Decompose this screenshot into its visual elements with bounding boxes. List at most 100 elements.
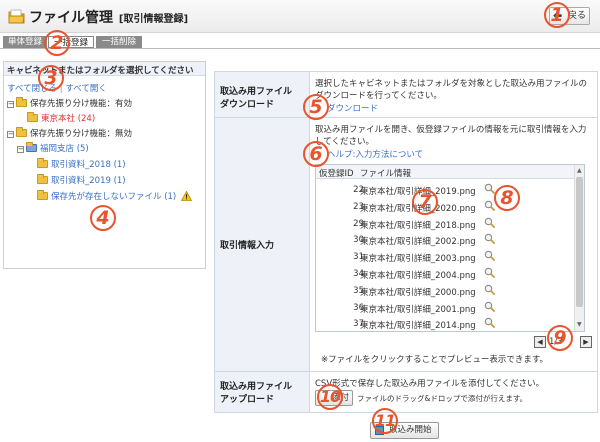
file-list-scrollbar[interactable]: ▲ ▼ [574, 165, 584, 331]
download-label-line2: ダウンロード [220, 100, 275, 110]
preview-magnifier-icon[interactable] [484, 284, 495, 295]
file-row[interactable]: 31 東京本社/取引詳細_2003.png [316, 248, 566, 266]
scroll-up-arrow-icon[interactable]: ▲ [577, 167, 582, 174]
callout-badge-5: 5 [303, 94, 329, 120]
cabinet-icon [26, 142, 37, 152]
callout-badge-7: 7 [412, 189, 438, 215]
col-header-id: 仮登録ID [319, 169, 354, 179]
folder-icon [37, 158, 48, 168]
download-label-line1: 取込み用ファイル [220, 87, 293, 97]
download-label: 取込み用ファイル ダウンロード [215, 72, 310, 117]
file-row[interactable]: 22 東京本社/取引詳細_2019.png [316, 181, 566, 199]
tree-item-2018[interactable]: 取引資料_2018 (1) [37, 158, 126, 170]
file-name[interactable]: 東京本社/取引詳細_2002.png [360, 235, 476, 247]
upload-label-line1: 取込み用ファイル [220, 382, 293, 392]
file-name[interactable]: 東京本社/取引詳細_2001.png [360, 303, 476, 315]
folder-icon [27, 112, 38, 122]
file-name[interactable]: 東京本社/取引詳細_2003.png [360, 252, 476, 264]
tab-single-register[interactable]: 単体登録 [3, 36, 47, 48]
folder-icon [16, 97, 27, 107]
tab-underline [0, 48, 600, 49]
row-divider [215, 117, 597, 118]
collapse-icon[interactable]: − [7, 131, 14, 138]
file-name[interactable]: 東京本社/取引詳細_2014.png [360, 319, 476, 331]
tab-single-register-label: 単体登録 [7, 37, 42, 47]
preview-magnifier-icon[interactable] [484, 217, 495, 228]
tree-item-2019[interactable]: 取引資料_2019 (1) [37, 174, 126, 186]
col-header-info: ファイル情報 [360, 169, 412, 179]
folder-tree-panel: キャビネットまたはフォルダを選択してください すべて閉じる | すべて開く − 保… [3, 61, 206, 269]
upload-label: 取込み用ファイル アップロード [215, 372, 310, 412]
file-list-rows: 22 東京本社/取引詳細_2019.png 23 東京本社/取引詳細_2020.png… [316, 181, 574, 331]
scroll-down-arrow-icon[interactable]: ▼ [577, 321, 582, 328]
callout-badge-8: 8 [494, 185, 520, 211]
callout-badge-11: 11 [372, 408, 398, 434]
preview-magnifier-icon[interactable] [484, 233, 495, 245]
drop-hint: ファイルのドラッグ&ドロップで添付が行えます。 [357, 394, 528, 403]
entry-desc-line1: 取込み用ファイルを開き、仮登録ファイルの情報を元に取引情報を入力 [315, 125, 587, 135]
file-row[interactable]: 34 東京本社/取引詳細_2004.png [316, 265, 566, 283]
collapse-icon[interactable]: − [7, 101, 14, 108]
callout-badge-6: 6 [303, 141, 329, 167]
tree-item-label: 取引資料_2019 (1) [51, 176, 126, 186]
tree-item-label: 保存先振り分け機能：無効 [30, 129, 133, 139]
tree-item-fukuoka[interactable]: − 福岡支店 (5) [17, 142, 89, 154]
callout-badge-10: 10 [317, 384, 343, 410]
file-row[interactable]: 29 東京本社/取引詳細_2018.png [316, 215, 566, 233]
file-name[interactable]: 東京本社/取引詳細_2000.png [360, 286, 476, 298]
file-name[interactable]: 東京本社/取引詳細_2018.png [360, 219, 476, 231]
preview-magnifier-icon[interactable] [484, 301, 495, 312]
file-row[interactable]: 35 東京本社/取引詳細_2000.png [316, 282, 566, 300]
preview-magnifier-icon[interactable] [484, 200, 495, 211]
entry-label: 取引情報入力 [215, 118, 310, 371]
preview-magnifier-icon[interactable] [484, 183, 495, 194]
back-button-label: 戻る [568, 11, 587, 21]
file-row[interactable]: 36 東京本社/取引詳細_2001.png [316, 299, 566, 317]
callout-badge-9: 9 [547, 325, 573, 351]
tab-bulk-delete[interactable]: 一括削除 [96, 36, 142, 48]
callout-badge-2: 2 [44, 30, 70, 56]
row-divider [215, 371, 597, 372]
callout-badge-3: 3 [38, 65, 64, 91]
tree-item-label: 東京本社 (24) [41, 114, 96, 124]
preview-note: ※ファイルをクリックすることでプレビュー表示できます。 [321, 355, 549, 365]
page-title-main: ファイル管理 [29, 10, 113, 26]
tree-heading: キャビネットまたはフォルダを選択してください [4, 62, 205, 76]
file-row[interactable]: 37 東京本社/取引詳細_2014.png [316, 315, 566, 331]
tree-item-routing-disabled[interactable]: − 保存先振り分け機能：無効 [7, 127, 132, 139]
file-name[interactable]: 東京本社/取引詳細_2004.png [360, 269, 476, 281]
help-input-method-link[interactable]: ヘルプ:入力方法について [327, 148, 423, 160]
pager-next-button[interactable]: ▶ [580, 336, 592, 348]
tree-item-label: 福岡支店 (5) [40, 144, 89, 154]
page-title: ファイル管理 [取引情報登録] [29, 7, 188, 27]
download-desc-line1: 選択したキャビネットまたはフォルダを対象とした取込み用ファイルの [315, 79, 588, 89]
file-manager-icon [8, 8, 25, 24]
tree-item-routing-enabled[interactable]: − 保存先振り分け機能：有効 [7, 97, 132, 109]
upload-label-line2: アップロード [220, 395, 275, 405]
tree-item-label: 取引資料_2018 (1) [51, 160, 126, 170]
folder-icon [37, 190, 48, 200]
folder-icon [37, 174, 48, 184]
folder-icon [16, 127, 27, 137]
upload-desc: CSV形式で保存した取込み用ファイルを添付してください。 [315, 379, 545, 389]
file-list-header: 仮登録ID ファイル情報 [316, 165, 574, 179]
entry-label-text: 取引情報入力 [220, 241, 275, 251]
collapse-icon[interactable]: − [17, 146, 24, 153]
page-title-sub: [取引情報登録] [118, 14, 189, 25]
download-link[interactable]: ダウンロード [327, 102, 378, 114]
preview-magnifier-icon[interactable] [484, 267, 495, 278]
file-row[interactable]: 23 東京本社/取引詳細_2020.png [316, 198, 566, 216]
callout-badge-1: 1 [544, 2, 570, 28]
tree-item-missing-destination[interactable]: 保存先が存在しないファイル (1) [37, 190, 193, 204]
form-table: 取込み用ファイル ダウンロード 取引情報入力 取込み用ファイル アップロード 選… [214, 71, 598, 413]
preview-magnifier-icon[interactable] [484, 317, 495, 329]
pager-prev-button[interactable]: ◀ [534, 336, 546, 348]
scroll-thumb[interactable] [576, 177, 583, 307]
open-all-link[interactable]: すべて開く [65, 84, 107, 94]
tree-item-tokyo[interactable]: 東京本社 (24) [27, 112, 95, 124]
warning-icon [180, 190, 193, 204]
file-row[interactable]: 30 東京本社/取引詳細_2002.png [316, 231, 566, 249]
preview-magnifier-icon[interactable] [484, 250, 495, 262]
tree-item-label: 保存先が存在しないファイル (1) [51, 192, 177, 202]
callout-badge-4: 4 [90, 205, 116, 231]
